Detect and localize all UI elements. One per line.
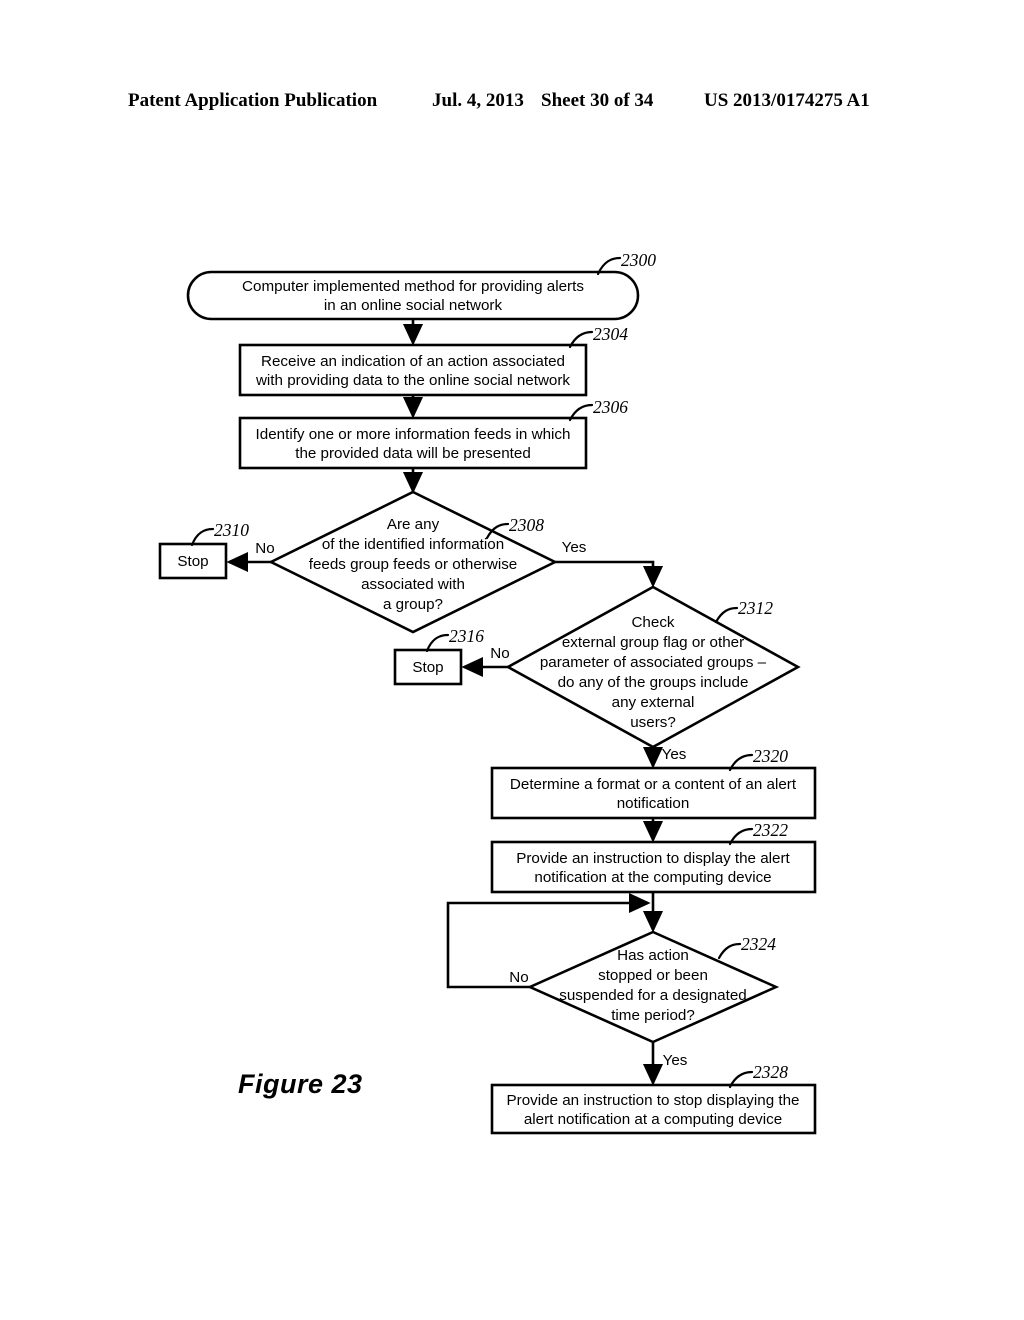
node-2322-line-2: notification at the computing device [534, 869, 771, 886]
ref-number-2300: 2300 [621, 250, 656, 270]
leader-line-2312 [714, 606, 739, 624]
ref-number-2312: 2312 [738, 598, 773, 618]
node-2300-line-1: Computer implemented method for providin… [242, 278, 584, 295]
node-2312-line-4: do any of the groups include [558, 674, 749, 691]
node-2304: Receive an indication of an action assoc… [238, 343, 588, 397]
node-2322: Provide an instruction to display the al… [490, 840, 817, 894]
leader-line-2316 [425, 633, 450, 653]
ref-number-2308: 2308 [509, 515, 544, 535]
node-2328-line-2: alert notification at a computing device [524, 1111, 782, 1128]
node-2316: Stop [393, 648, 463, 686]
node-2308-line-3: feeds group feeds or otherwise [309, 556, 518, 573]
node-2320-line-2: notification [617, 795, 690, 812]
leader-line-2324 [717, 942, 742, 960]
node-2310-label: Stop [177, 553, 208, 570]
ref-number-2310: 2310 [214, 520, 249, 540]
edge-label-2324-no: No [509, 969, 528, 986]
edge-label-2312-no: No [490, 645, 509, 662]
node-2300: Computer implemented method for providin… [186, 270, 640, 321]
ref-number-2306: 2306 [593, 397, 628, 417]
ref-number-2304: 2304 [593, 324, 628, 344]
node-2306: Identify one or more information feeds i… [238, 416, 588, 470]
node-2328: Provide an instruction to stop displayin… [490, 1083, 817, 1135]
node-2312-line-1: Check [631, 614, 674, 631]
flowchart-diagram: Computer implemented method for providin… [158, 250, 817, 1135]
node-2324: Has action stopped or been suspended for… [526, 930, 780, 1044]
edge-label-2324-yes: Yes [663, 1052, 688, 1069]
node-2320-line-1: Determine a format or a content of an al… [510, 776, 797, 793]
ref-number-2320: 2320 [753, 746, 788, 766]
patent-page: Patent Application Publication Jul. 4, 2… [0, 0, 1024, 1320]
node-2306-line-1: Identify one or more information feeds i… [256, 426, 571, 443]
node-2304-line-1: Receive an indication of an action assoc… [261, 353, 565, 370]
node-2324-line-4: time period? [611, 1007, 695, 1024]
node-2322-line-1: Provide an instruction to display the al… [516, 850, 790, 867]
node-2320: Determine a format or a content of an al… [490, 766, 817, 820]
node-2306-line-2: the provided data will be presented [295, 445, 531, 462]
ref-number-2316: 2316 [449, 626, 484, 646]
node-2328-line-1: Provide an instruction to stop displayin… [507, 1092, 800, 1109]
leader-line-2310 [190, 527, 215, 547]
node-2308: Are any of the identified information fe… [268, 490, 558, 634]
edge-label-2312-yes: Yes [662, 746, 687, 763]
node-2304-line-2: with providing data to the online social… [255, 372, 570, 389]
ref-number-2324: 2324 [741, 934, 776, 954]
node-2310: Stop [158, 542, 228, 580]
node-2308-line-1: Are any [387, 516, 440, 533]
node-2312-line-6: users? [630, 714, 676, 731]
edge-label-2308-no: No [255, 540, 274, 557]
ref-number-2322: 2322 [753, 820, 788, 840]
node-2312-line-2: external group flag or other [562, 634, 744, 651]
node-2308-line-2: of the identified information [322, 536, 504, 553]
node-2324-line-3: suspended for a designated [559, 987, 746, 1004]
node-2308-line-5: a group? [383, 596, 443, 613]
node-2324-line-2: stopped or been [598, 967, 708, 984]
edge-label-2308-yes: Yes [562, 539, 587, 556]
node-2308-line-4: associated with [361, 576, 465, 593]
node-2300-line-2: in an online social network [324, 297, 503, 314]
node-2324-line-1: Has action [617, 947, 689, 964]
node-2316-label: Stop [412, 659, 443, 676]
node-2312-line-5: any external [612, 694, 695, 711]
ref-number-2328: 2328 [753, 1062, 788, 1082]
figure-caption: Figure 23 [238, 1069, 363, 1099]
connector-2308-yes-2312 [555, 560, 664, 588]
node-2312-line-3: parameter of associated groups – [540, 654, 767, 671]
